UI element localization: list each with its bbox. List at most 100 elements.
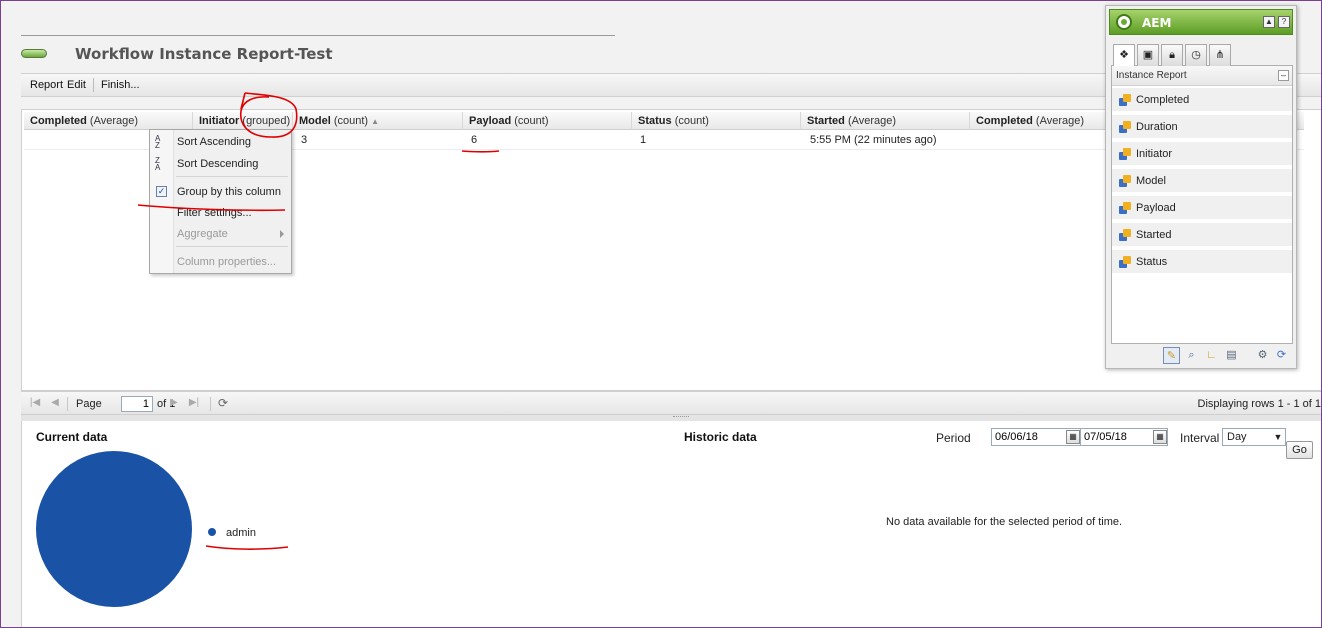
sidekick-item-duration[interactable]: Duration — [1112, 115, 1292, 140]
pager-divider — [210, 397, 211, 411]
column-name: Status — [638, 115, 672, 127]
sidekick-header[interactable]: AEM ▲ ? — [1109, 9, 1293, 35]
tab-components[interactable]: ❖ — [1113, 44, 1135, 67]
sidekick-title: AEM — [1142, 16, 1172, 30]
title-divider — [21, 35, 615, 36]
sidekick-item-status[interactable]: Status — [1112, 250, 1292, 275]
page-number-input[interactable] — [121, 396, 153, 412]
interval-value: Day — [1227, 431, 1247, 443]
cell-started: 5:55 PM (22 minutes ago) — [810, 134, 937, 146]
menu-item-label: Filter settings... — [177, 207, 252, 219]
menu-item-filter-settings[interactable]: Filter settings... — [150, 203, 291, 223]
page-icon[interactable]: ▤ — [1223, 347, 1240, 364]
column-header-payload[interactable]: Payload (count) — [463, 112, 632, 130]
menu-separator — [176, 246, 288, 247]
column-aggregate: (count) — [514, 115, 549, 127]
tab-workflow[interactable]: ⋔ — [1209, 44, 1231, 66]
last-page-icon[interactable]: ▶| — [188, 397, 200, 409]
column-header-completed[interactable]: Completed (Average) — [24, 112, 193, 130]
tab-versioning[interactable]: ◷ — [1185, 44, 1207, 66]
period-label: Period — [936, 431, 971, 445]
column-header-started[interactable]: Started (Average) — [801, 112, 970, 130]
app-window: Workflow Instance Report-Test Report Edi… — [0, 0, 1322, 628]
magnifier-icon[interactable]: ⌕ — [1183, 347, 1200, 364]
aem-logo-icon — [1116, 14, 1132, 30]
paging-toolbar: |◀ ◀ Page of 1 ▶ ▶| ⟳ Displaying rows 1 … — [21, 391, 1322, 415]
first-page-icon[interactable]: |◀ — [29, 397, 41, 409]
component-icon — [1119, 175, 1132, 187]
column-aggregate: (Average) — [1035, 115, 1085, 127]
sidekick-item-initiator[interactable]: Initiator — [1112, 142, 1292, 167]
menu-item-sort-ascending[interactable]: AZ Sort Ascending — [150, 132, 291, 152]
column-aggregate: (Average) — [89, 115, 139, 127]
go-button[interactable]: Go — [1286, 441, 1313, 459]
sidekick-item-payload[interactable]: Payload — [1112, 196, 1292, 221]
sidekick-item-label: Started — [1136, 229, 1172, 241]
ruler-icon[interactable]: ∟ — [1203, 347, 1220, 364]
component-icon — [1119, 121, 1132, 133]
menu-item-label: Aggregate — [177, 228, 228, 240]
sidekick-item-label: Model — [1136, 175, 1166, 187]
component-icon — [1119, 94, 1132, 106]
column-name: Completed — [30, 115, 87, 127]
menu-item-sort-descending[interactable]: ZA Sort Descending — [150, 154, 291, 174]
menu-item-group-by-column[interactable]: ✓ Group by this column — [150, 182, 291, 202]
calendar-icon[interactable]: ▦ — [1066, 430, 1080, 444]
component-icon — [1119, 148, 1132, 160]
sidekick-item-label: Duration — [1136, 121, 1178, 133]
instance-report-header[interactable]: Instance Report – — [1112, 66, 1292, 86]
sidekick-toolbar: ✎ ⌕ ∟ ▤ ⚙ ⟳ — [1111, 344, 1293, 366]
column-header-status[interactable]: Status (count) — [632, 112, 801, 130]
edit-menu-button[interactable]: Edit — [67, 79, 90, 91]
collapse-icon[interactable]: ▲ — [1263, 16, 1275, 28]
gears-icon[interactable]: ⚙ — [1254, 347, 1271, 364]
column-name: Model — [299, 115, 331, 127]
pencil-icon[interactable]: ✎ — [1163, 347, 1180, 364]
column-header-model[interactable]: Model (count) ▲ — [293, 112, 463, 130]
tab-page[interactable]: ▣ — [1137, 44, 1159, 66]
menu-item-aggregate: Aggregate — [150, 224, 291, 244]
refresh-icon[interactable]: ⟳ — [217, 397, 229, 409]
aem-sidekick: AEM ▲ ? ❖ ▣ 🔒︎ ◷ ⋔ Instance Report – Com… — [1105, 5, 1297, 369]
cell-status: 1 — [640, 134, 647, 146]
legend-marker — [208, 528, 216, 536]
collapse-panel-icon[interactable]: – — [1278, 70, 1289, 81]
sidekick-item-label: Payload — [1136, 202, 1176, 214]
sidekick-item-model[interactable]: Model — [1112, 169, 1292, 194]
tab-lock[interactable]: 🔒︎ — [1161, 44, 1183, 66]
calendar-icon[interactable]: ▦ — [1153, 430, 1167, 444]
help-icon[interactable]: ? — [1278, 16, 1290, 28]
displaying-rows-text: Displaying rows 1 - 1 of 1 — [1197, 398, 1322, 410]
component-icon — [1119, 256, 1132, 268]
finish-button[interactable]: Finish... — [97, 79, 144, 91]
sidekick-item-completed[interactable]: Completed — [1112, 88, 1292, 113]
column-aggregate: (grouped) — [242, 115, 291, 127]
menu-item-column-properties: Column properties... — [150, 252, 291, 272]
column-name: Payload — [469, 115, 512, 127]
sort-az-icon: AZ — [155, 134, 161, 150]
sidekick-item-label: Status — [1136, 256, 1168, 268]
column-context-menu: AZ Sort Ascending ZA Sort Descending ✓ G… — [149, 129, 292, 274]
pager-divider — [67, 397, 68, 411]
previous-page-icon[interactable]: ◀ — [49, 397, 61, 409]
sidekick-item-started[interactable]: Started — [1112, 223, 1292, 248]
cell-payload: 6 — [471, 134, 478, 146]
sort-ascending-icon: ▲ — [371, 117, 380, 126]
sidekick-panel: Instance Report – Completed Duration Ini… — [1111, 66, 1293, 344]
page-label: Page — [76, 398, 102, 410]
column-aggregate: (count) — [333, 115, 369, 127]
checkbox-checked-icon: ✓ — [156, 186, 167, 197]
column-name: Started — [807, 115, 845, 127]
pie-slice-admin — [36, 451, 192, 607]
menu-item-label: Group by this column — [177, 186, 281, 198]
toolbar-divider — [93, 78, 94, 92]
interval-select[interactable]: Day ▼ — [1222, 428, 1286, 446]
column-header-initiator[interactable]: Initiator (grouped) — [193, 112, 293, 130]
sidekick-item-label: Initiator — [1136, 148, 1173, 160]
component-icon — [1119, 202, 1132, 214]
report-menu-button[interactable]: Report — [26, 79, 67, 91]
refresh-icon[interactable]: ⟳ — [1273, 347, 1290, 364]
menu-item-label: Column properties... — [177, 256, 277, 268]
sort-za-icon: ZA — [155, 156, 161, 172]
next-page-icon[interactable]: ▶ — [168, 397, 180, 409]
